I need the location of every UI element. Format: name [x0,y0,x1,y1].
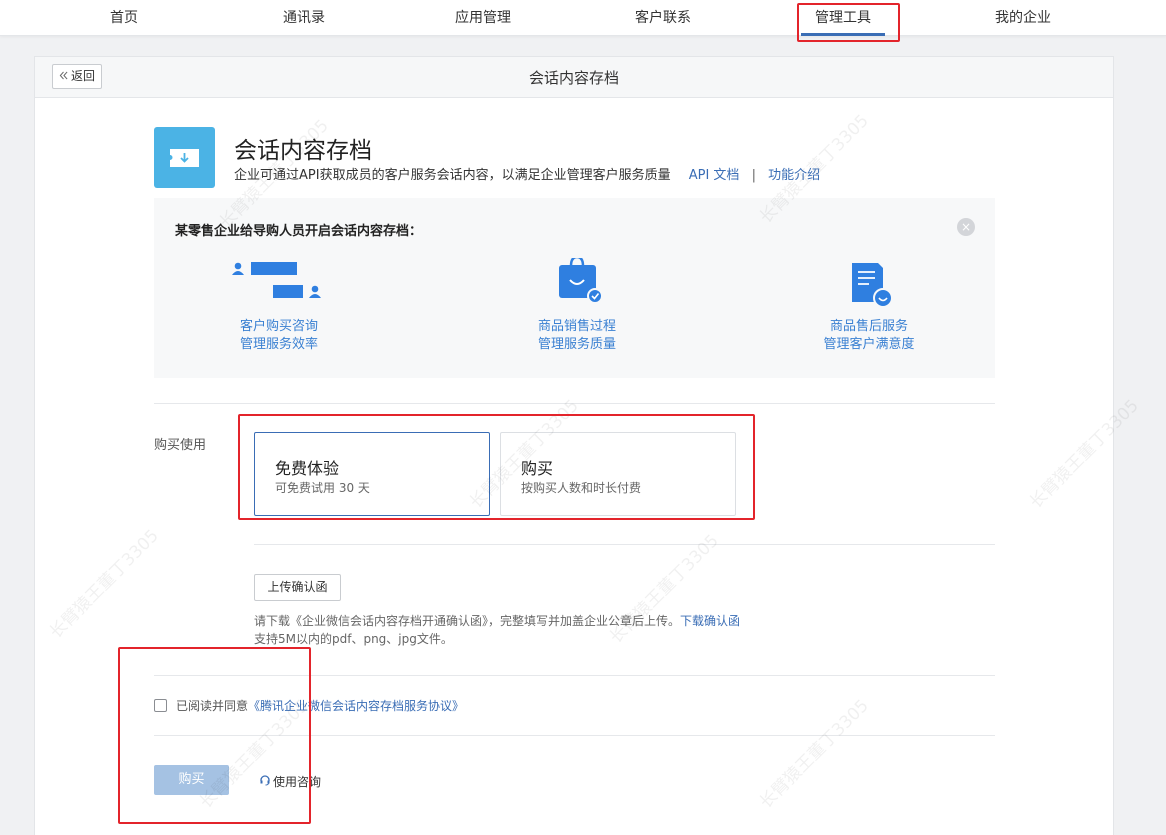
close-icon[interactable]: × [957,218,975,236]
download-confirmation-link[interactable]: 下载确认函 [680,614,740,628]
nav-contacts[interactable]: 通讯录 [283,7,325,27]
upload-confirmation-button[interactable]: 上传确认函 [254,574,341,601]
api-doc-link[interactable]: API 文档 [689,168,740,183]
purchase-label: 购买使用 [154,438,207,453]
example-line-2: 管理客户满意度 [823,337,915,352]
example-item-aftersales: 商品售后服务 管理客户满意度 [769,258,969,354]
example-panel: 某零售企业给导购人员开启会话内容存档： × 客户购买咨询 管理服务效率 商品销售… [154,198,995,378]
example-line-1: 商品售后服务 [829,319,908,334]
nav-app-management[interactable]: 应用管理 [455,7,511,27]
free-trial-option[interactable]: 免费体验 可免费试用 30 天 [254,432,490,516]
option-subtitle: 按购买人数和时长付费 [521,481,642,495]
buy-button[interactable]: 购买 [154,765,229,795]
nav-my-company[interactable]: 我的企业 [995,7,1051,27]
card-header: 返回 会话内容存档 [35,57,1113,98]
agreement-checkbox[interactable] [154,699,167,712]
consult-label: 使用咨询 [273,775,322,789]
divider [254,544,995,545]
option-title: 免费体验 [275,459,340,478]
page-title: 会话内容存档 [528,69,619,87]
main-card: 返回 会话内容存档 会话内容存档 企业可通过API获取成员的客户服务会话内容，以… [34,56,1114,835]
top-nav: 首页 通讯录 应用管理 客户联系 管理工具 我的企业 [0,0,1166,36]
nav-home[interactable]: 首页 [110,7,138,27]
example-item-consult: 客户购买咨询 管理服务效率 [179,258,379,354]
agreement-row: 已阅读并同意 《腾讯企业微信会话内容存档服务协议》 [154,697,464,714]
example-item-sales: 商品销售过程 管理服务质量 [477,255,677,354]
example-line-1: 客户购买咨询 [239,319,318,334]
divider [154,675,995,676]
app-description: 企业可通过API获取成员的客户服务会话内容，以满足企业管理客户服务质量 API … [234,164,820,183]
option-subtitle: 可免费试用 30 天 [275,481,370,495]
agreement-text: 已阅读并同意 [176,699,249,713]
option-title: 购买 [521,459,554,478]
chat-icon [179,258,379,318]
example-line-2: 管理服务质量 [537,337,616,352]
example-title: 某零售企业给导购人员开启会话内容存档： [175,224,423,239]
service-agreement-link[interactable]: 《腾讯企业微信会话内容存档服务协议》 [248,697,464,714]
example-line-1: 商品销售过程 [537,319,616,334]
usage-consult-link[interactable]: 使用咨询 [259,773,321,790]
upload-note-formats: 支持5M以内的pdf、png、jpg文件。 [254,632,453,646]
nav-customer-contact[interactable]: 客户联系 [635,7,691,27]
divider [154,735,995,736]
divider [154,403,995,404]
shopping-bag-icon [477,255,677,318]
upload-note: 请下载《企业微信会话内容存档开通确认函》，完整填写并加盖企业公章后上传。下载确认… [254,612,740,648]
upload-note-text: 请下载《企业微信会话内容存档开通确认函》，完整填写并加盖企业公章后上传。 [254,614,681,628]
link-separator: | [751,168,756,183]
document-smile-icon [769,258,969,318]
example-line-2: 管理服务效率 [239,337,318,352]
buy-option[interactable]: 购买 按购买人数和时长付费 [500,432,736,516]
app-description-text: 企业可通过API获取成员的客户服务会话内容，以满足企业管理客户服务质量 [234,168,671,183]
archive-app-icon [154,127,215,188]
nav-management-tools[interactable]: 管理工具 [801,7,885,36]
headset-icon [259,774,271,789]
feature-intro-link[interactable]: 功能介绍 [768,168,820,183]
app-name: 会话内容存档 [234,138,372,164]
